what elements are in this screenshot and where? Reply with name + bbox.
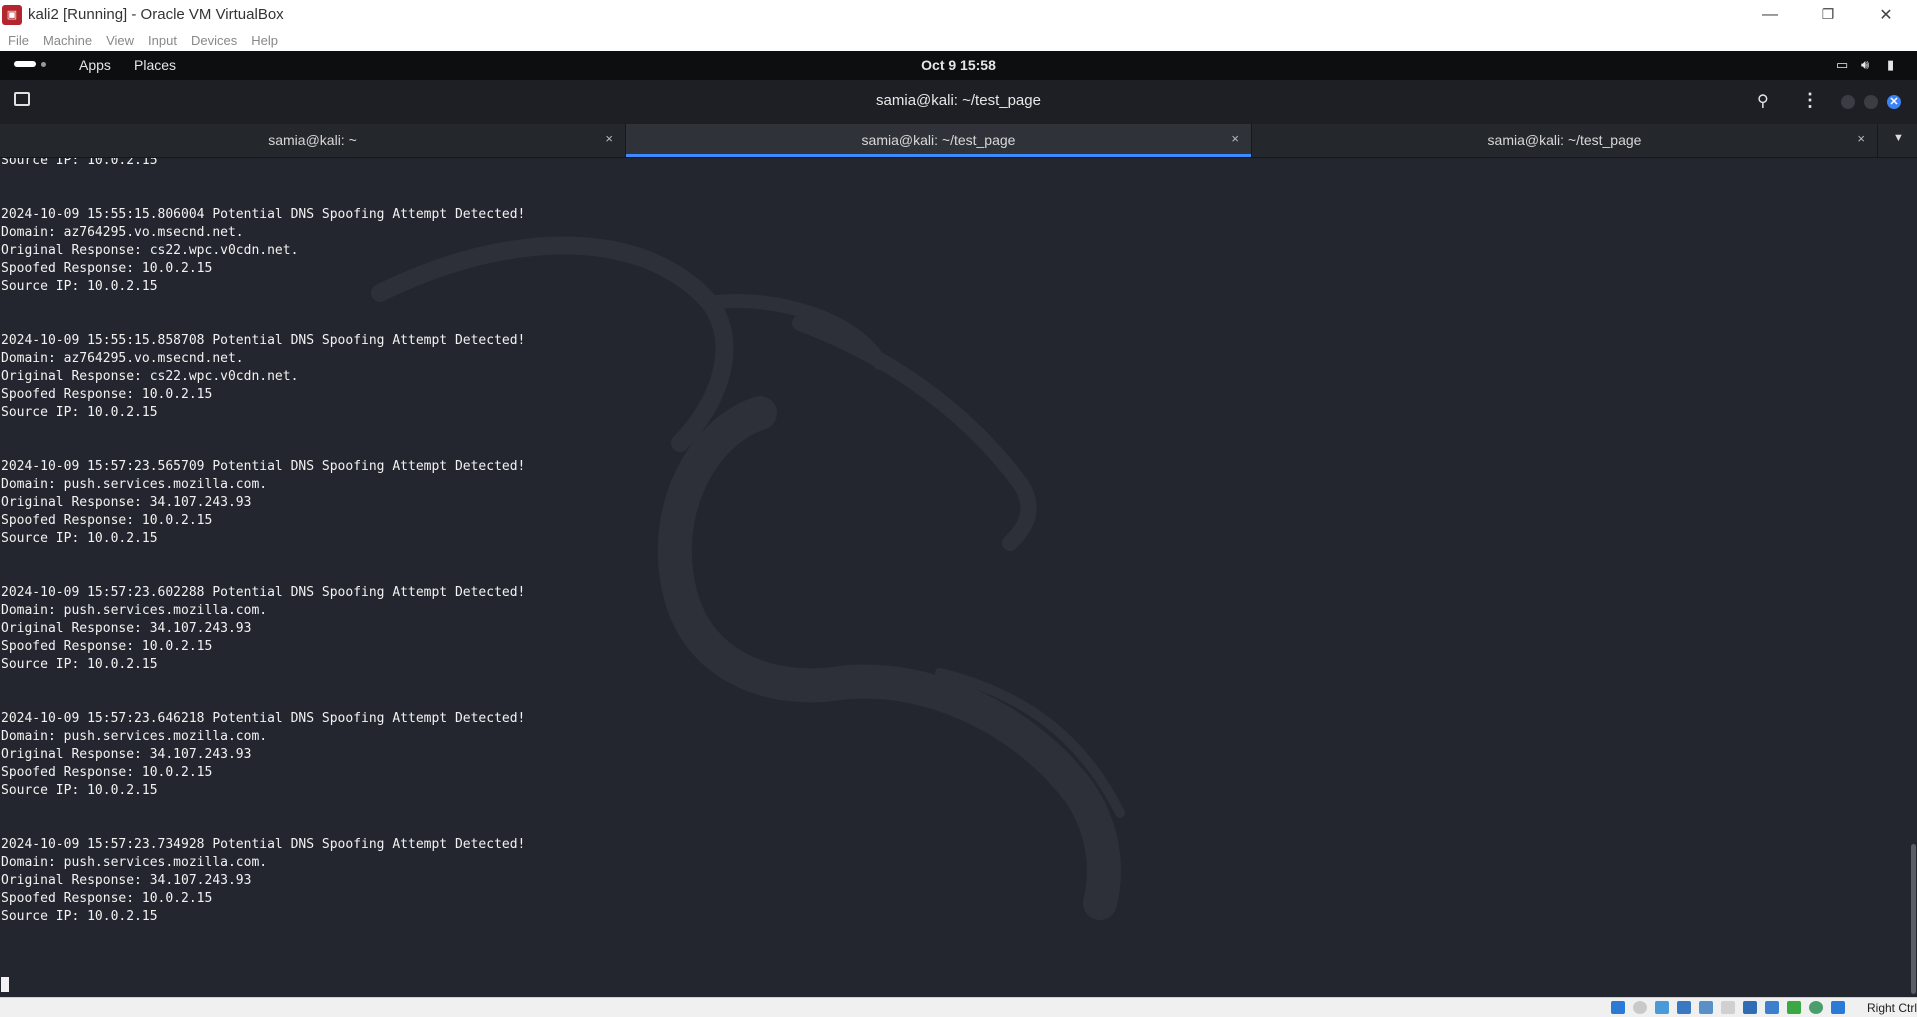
restore-button[interactable]: ❐ — [1799, 0, 1857, 29]
virtualbox-icon: ▣ — [2, 4, 22, 25]
new-tab-icon[interactable] — [14, 92, 30, 106]
menu-devices[interactable]: Devices — [191, 33, 237, 48]
terminal-title-container: samia@kali: ~/test_page — [0, 92, 1917, 109]
close-tab-icon[interactable]: × — [1857, 131, 1865, 146]
terminal-header: samia@kali: ~/test_page ⚲ ⋮ ✕ — [0, 80, 1917, 124]
tab-label: samia@kali: ~/test_page — [861, 132, 1016, 148]
vbox-menu-bar: File Machine View Input Devices Help — [0, 29, 1917, 51]
keyboard-capture-icon[interactable] — [1831, 1001, 1845, 1014]
menu-file[interactable]: File — [8, 33, 29, 48]
terminal-title: samia@kali: ~/test_page — [876, 92, 1041, 109]
recording-icon[interactable] — [1765, 1001, 1779, 1014]
search-icon[interactable]: ⚲ — [1757, 91, 1769, 111]
tab-divider — [1877, 124, 1878, 157]
menu-view[interactable]: View — [106, 33, 134, 48]
usb-icon[interactable] — [1699, 1001, 1713, 1014]
terminal-cursor — [1, 977, 9, 992]
optical-drive-icon[interactable] — [1633, 1001, 1647, 1014]
vbox-status-bar: Right Ctrl — [0, 997, 1917, 1017]
maximize-terminal-button[interactable] — [1864, 95, 1878, 109]
close-window-button[interactable]: ✕ — [1857, 0, 1915, 29]
chevron-down-icon[interactable]: ▼ — [1893, 132, 1904, 144]
tab-bar: samia@kali: ~ × samia@kali: ~/test_page … — [0, 124, 1917, 158]
hard-disk-icon[interactable] — [1611, 1001, 1625, 1014]
minimize-button[interactable]: — — [1741, 0, 1799, 29]
menu-input[interactable]: Input — [148, 33, 177, 48]
screen-icon[interactable]: ▭ — [1836, 57, 1848, 73]
top-panel: Apps Places Oct 9 15:58 ▭ 🔊︎ ▮ — [0, 51, 1917, 80]
tab-label: samia@kali: ~/test_page — [1487, 132, 1642, 148]
guest-screen: Apps Places Oct 9 15:58 ▭ 🔊︎ ▮ samia@kal… — [0, 51, 1917, 997]
vbox-title-bar: ▣ kali2 [Running] - Oracle VM VirtualBox… — [0, 0, 1917, 29]
menu-icon[interactable]: ⋮ — [1801, 90, 1819, 111]
close-tab-icon[interactable]: × — [605, 131, 613, 146]
places-menu[interactable]: Places — [134, 57, 176, 73]
mouse-integration-icon[interactable] — [1809, 1001, 1823, 1014]
menu-help[interactable]: Help — [251, 33, 278, 48]
tab-label: samia@kali: ~ — [268, 132, 357, 148]
close-tab-icon[interactable]: × — [1231, 131, 1239, 146]
host-key-label: Right Ctrl — [1867, 1001, 1917, 1015]
tab-test-page-active[interactable]: samia@kali: ~/test_page × — [626, 124, 1251, 157]
network-icon[interactable] — [1677, 1001, 1691, 1014]
display-icon[interactable] — [1743, 1001, 1757, 1014]
terminal-body[interactable]: Source IP: 10.0.2.15 2024-10-09 15:55:15… — [0, 158, 1917, 997]
activities-button[interactable] — [14, 61, 46, 67]
minimize-terminal-button[interactable] — [1841, 95, 1855, 109]
tab-home[interactable]: samia@kali: ~ × — [0, 124, 625, 157]
workspace-dot-icon — [41, 61, 46, 67]
apps-menu[interactable]: Apps — [79, 57, 111, 73]
clock[interactable]: Oct 9 15:58 — [921, 57, 996, 73]
workspace-indicator-icon — [14, 61, 36, 67]
clock-container: Oct 9 15:58 — [0, 57, 1917, 73]
menu-machine[interactable]: Machine — [43, 33, 92, 48]
window-title: kali2 [Running] - Oracle VM VirtualBox — [28, 6, 284, 23]
terminal-output: Source IP: 10.0.2.15 2024-10-09 15:55:15… — [1, 158, 526, 924]
scrollbar-thumb[interactable] — [1911, 844, 1916, 994]
close-terminal-button[interactable]: ✕ — [1887, 95, 1901, 109]
cpu-icon[interactable] — [1787, 1001, 1801, 1014]
volume-icon[interactable]: 🔊︎ — [1861, 57, 1869, 73]
audio-icon[interactable] — [1655, 1001, 1669, 1014]
shared-folders-icon[interactable] — [1721, 1001, 1735, 1014]
tab-test-page[interactable]: samia@kali: ~/test_page × — [1252, 124, 1877, 157]
battery-icon[interactable]: ▮ — [1887, 57, 1894, 73]
